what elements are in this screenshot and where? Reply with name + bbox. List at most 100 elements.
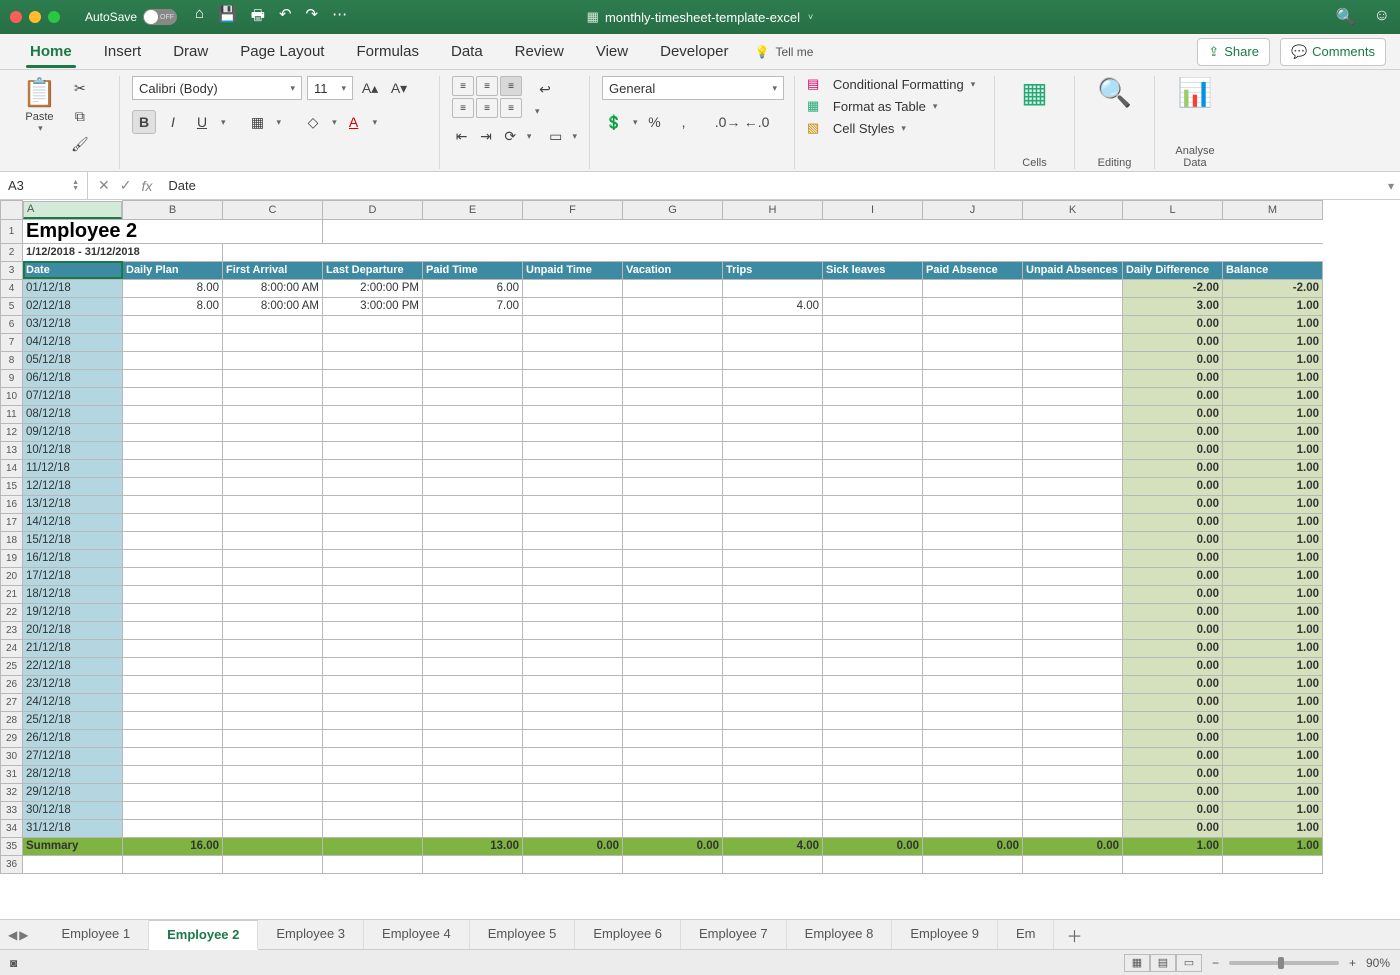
cell[interactable] [323, 243, 423, 261]
cell[interactable]: 1.00 [1223, 315, 1323, 333]
next-sheet-icon[interactable]: ▶ [19, 928, 28, 942]
cell[interactable] [523, 693, 623, 711]
cell[interactable] [1023, 693, 1123, 711]
cell[interactable]: 1.00 [1223, 459, 1323, 477]
cell[interactable]: 0.00 [823, 837, 923, 855]
cell[interactable] [923, 531, 1023, 549]
cell[interactable] [623, 477, 723, 495]
cell[interactable] [623, 531, 723, 549]
cell[interactable] [723, 549, 823, 567]
row-header[interactable]: 19 [1, 549, 23, 567]
font-selector[interactable]: Calibri (Body)▾ [132, 76, 302, 100]
cell[interactable] [323, 585, 423, 603]
cell[interactable] [523, 531, 623, 549]
cell[interactable] [223, 369, 323, 387]
cell[interactable]: 0.00 [623, 837, 723, 855]
cell[interactable] [123, 441, 223, 459]
cell[interactable] [623, 801, 723, 819]
ribbon-tab-draw[interactable]: Draw [157, 34, 224, 70]
cell[interactable] [923, 549, 1023, 567]
cell[interactable]: 03/12/18 [23, 315, 123, 333]
cell[interactable] [1223, 219, 1323, 243]
cell[interactable] [523, 549, 623, 567]
cell[interactable] [523, 657, 623, 675]
paste-button[interactable]: 📋 Paste ▾ [22, 76, 57, 134]
undo-icon[interactable]: ↶ [279, 5, 292, 30]
cell[interactable] [823, 729, 923, 747]
cell[interactable] [423, 567, 523, 585]
cell[interactable] [223, 333, 323, 351]
decrease-font-icon[interactable]: A▾ [387, 76, 411, 100]
cell[interactable] [423, 783, 523, 801]
cell[interactable]: 0.00 [1123, 711, 1223, 729]
increase-decimal-icon[interactable]: .0→ [716, 110, 740, 134]
col-header-H[interactable]: H [723, 201, 823, 220]
cell[interactable] [1223, 243, 1323, 261]
table-header[interactable]: Sick leaves [823, 261, 923, 279]
cell[interactable] [323, 855, 423, 873]
cell[interactable] [1023, 729, 1123, 747]
cell[interactable]: 31/12/18 [23, 819, 123, 837]
row-header[interactable]: 9 [1, 369, 23, 387]
cell[interactable] [823, 765, 923, 783]
row-header[interactable]: 26 [1, 675, 23, 693]
decrease-decimal-icon[interactable]: ←.0 [745, 110, 769, 134]
cell[interactable]: -2.00 [1123, 279, 1223, 297]
home-icon[interactable]: ⌂ [195, 5, 204, 30]
cell[interactable] [823, 477, 923, 495]
cell[interactable] [323, 783, 423, 801]
cell[interactable] [423, 639, 523, 657]
cell[interactable]: 1.00 [1223, 441, 1323, 459]
cell[interactable]: 26/12/18 [23, 729, 123, 747]
indent-icon[interactable]: ⇥ [476, 124, 495, 148]
cell[interactable] [423, 441, 523, 459]
cell[interactable] [1023, 441, 1123, 459]
cell[interactable] [823, 783, 923, 801]
cell[interactable] [623, 621, 723, 639]
cell[interactable] [423, 747, 523, 765]
cell[interactable] [623, 549, 723, 567]
cell[interactable]: 1.00 [1223, 585, 1323, 603]
cell[interactable] [323, 387, 423, 405]
outdent-icon[interactable]: ⇤ [452, 124, 471, 148]
cell[interactable] [923, 765, 1023, 783]
cell[interactable] [723, 219, 823, 243]
table-header[interactable]: Vacation [623, 261, 723, 279]
cell[interactable] [223, 819, 323, 837]
cell[interactable] [1023, 459, 1123, 477]
cell[interactable]: 0.00 [1123, 729, 1223, 747]
cell[interactable] [323, 477, 423, 495]
cell[interactable] [523, 819, 623, 837]
prev-sheet-icon[interactable]: ◀ [8, 928, 17, 942]
cell[interactable] [1023, 855, 1123, 873]
title-cell[interactable]: Employee 2 [23, 219, 323, 243]
cell[interactable] [723, 765, 823, 783]
cell[interactable] [623, 513, 723, 531]
cell[interactable] [823, 441, 923, 459]
cell[interactable]: 22/12/18 [23, 657, 123, 675]
cell[interactable] [723, 693, 823, 711]
cell[interactable] [223, 693, 323, 711]
cell[interactable] [223, 477, 323, 495]
row-header[interactable]: 17 [1, 513, 23, 531]
row-header[interactable]: 3 [1, 261, 23, 279]
cell[interactable] [723, 495, 823, 513]
cell[interactable] [323, 219, 423, 243]
col-header-K[interactable]: K [1023, 201, 1123, 220]
cell[interactable] [823, 585, 923, 603]
cell[interactable] [923, 495, 1023, 513]
cell[interactable] [323, 747, 423, 765]
cell[interactable] [523, 279, 623, 297]
cell[interactable] [523, 639, 623, 657]
cell[interactable] [923, 639, 1023, 657]
cell[interactable] [723, 657, 823, 675]
cell[interactable] [923, 279, 1023, 297]
cell[interactable] [923, 297, 1023, 315]
cell[interactable] [1023, 567, 1123, 585]
row-header[interactable]: 34 [1, 819, 23, 837]
autosave-toggle[interactable]: AutoSave OFF [85, 9, 177, 25]
cell[interactable] [823, 801, 923, 819]
cell[interactable] [223, 441, 323, 459]
ribbon-tab-insert[interactable]: Insert [88, 34, 158, 70]
cell[interactable] [1123, 855, 1223, 873]
